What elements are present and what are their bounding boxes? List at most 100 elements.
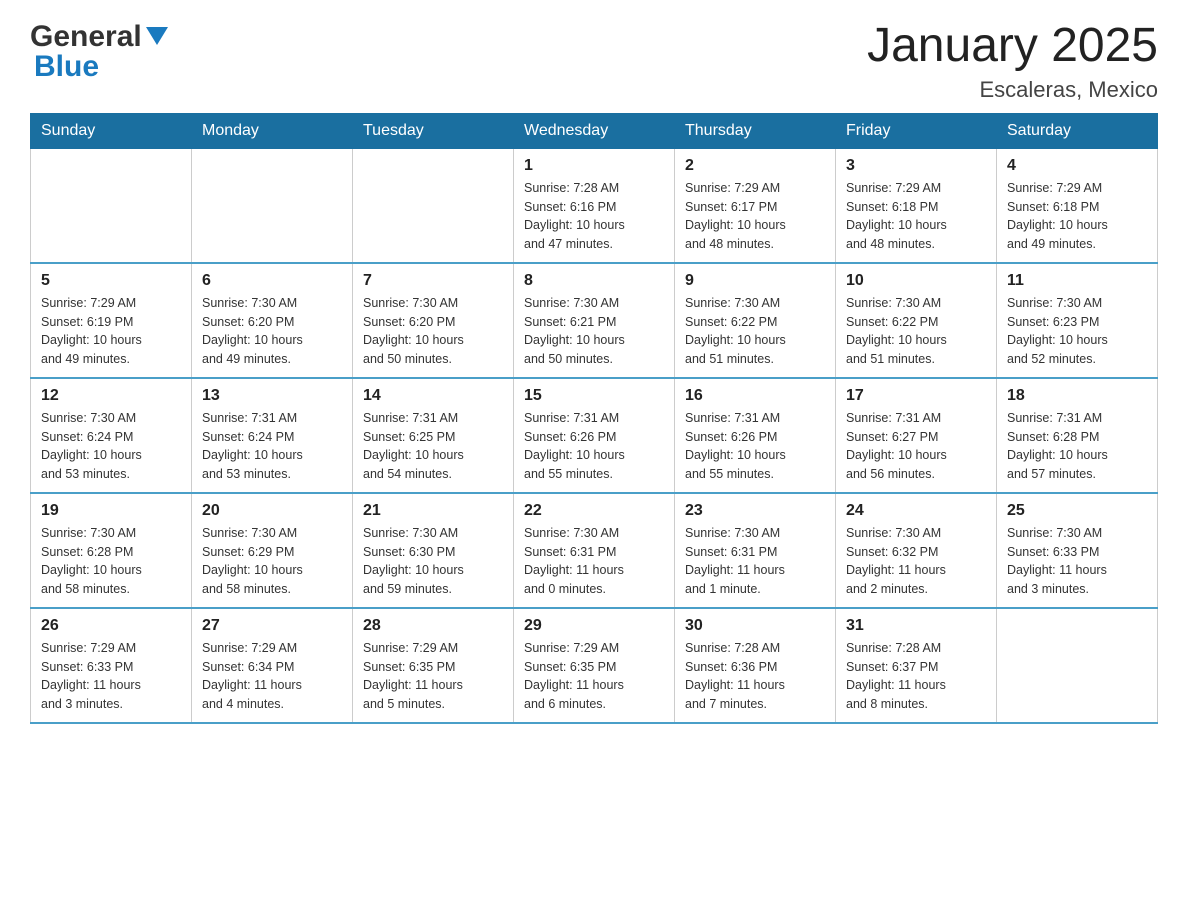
logo-general-text: General [30,20,142,54]
calendar-cell: 31Sunrise: 7:28 AM Sunset: 6:37 PM Dayli… [836,608,997,723]
calendar-cell: 28 Sunrise: 7:29 AM Sunset: 6:35 PM Dayli… [353,608,514,723]
calendar-cell: 26 Sunrise: 7:29 AM Sunset: 6:33 PM Dayli… [31,608,192,723]
day-info: Sunrise: 7:30 AM Sunset: 6:20 PM Dayligh… [202,294,342,369]
day-info: Sunrise: 7:31 AM Sunset: 6:27 PM Dayligh… [846,409,986,484]
day-number: 27 [202,617,342,635]
day-number: 28 [363,617,503,635]
day-info: Sunrise: 7:29 AM Sunset: 6:17 PM Dayligh… [685,179,825,254]
header-friday: Friday [836,113,997,148]
calendar-cell: 20 Sunrise: 7:30 AM Sunset: 6:29 PM Dayli… [192,493,353,608]
day-number: 17 [846,387,986,405]
day-info: Sunrise: 7:31 AM Sunset: 6:28 PM Dayligh… [1007,409,1147,484]
calendar-cell: 3 Sunrise: 7:29 AM Sunset: 6:18 PM Daylig… [836,148,997,263]
calendar-cell: 23Sunrise: 7:30 AM Sunset: 6:31 PM Dayli… [675,493,836,608]
calendar-week-row: 5Sunrise: 7:29 AM Sunset: 6:19 PM Daylig… [31,263,1158,378]
day-info: Sunrise: 7:30 AM Sunset: 6:32 PM Dayligh… [846,524,986,599]
day-number: 29 [524,617,664,635]
calendar-cell [192,148,353,263]
day-number: 12 [41,387,181,405]
calendar-week-row: 26 Sunrise: 7:29 AM Sunset: 6:33 PM Dayli… [31,608,1158,723]
header-thursday: Thursday [675,113,836,148]
header-sunday: Sunday [31,113,192,148]
calendar-table: Sunday Monday Tuesday Wednesday Thursday… [30,113,1158,724]
day-info: Sunrise: 7:29 AM Sunset: 6:35 PM Dayligh… [363,639,503,714]
day-info: Sunrise: 7:30 AM Sunset: 6:28 PM Dayligh… [41,524,181,599]
day-number: 13 [202,387,342,405]
calendar-cell: 18 Sunrise: 7:31 AM Sunset: 6:28 PM Dayli… [997,378,1158,493]
day-number: 9 [685,272,825,290]
calendar-title: January 2025 [867,20,1158,73]
day-info: Sunrise: 7:29 AM Sunset: 6:18 PM Dayligh… [846,179,986,254]
day-info: Sunrise: 7:28 AM Sunset: 6:16 PM Dayligh… [524,179,664,254]
calendar-header-row: Sunday Monday Tuesday Wednesday Thursday… [31,113,1158,148]
day-number: 20 [202,502,342,520]
calendar-cell: 5Sunrise: 7:29 AM Sunset: 6:19 PM Daylig… [31,263,192,378]
day-number: 26 [41,617,181,635]
day-number: 21 [363,502,503,520]
logo-blue-text: Blue [34,50,99,84]
day-info: Sunrise: 7:30 AM Sunset: 6:33 PM Dayligh… [1007,524,1147,599]
day-number: 2 [685,157,825,175]
calendar-week-row: 19 Sunrise: 7:30 AM Sunset: 6:28 PM Dayli… [31,493,1158,608]
day-number: 16 [685,387,825,405]
day-number: 25 [1007,502,1147,520]
day-number: 19 [41,502,181,520]
day-number: 18 [1007,387,1147,405]
header-saturday: Saturday [997,113,1158,148]
page-header: General Blue January 2025 Escaleras, Mex… [30,20,1158,103]
calendar-cell: 14Sunrise: 7:31 AM Sunset: 6:25 PM Dayli… [353,378,514,493]
day-number: 30 [685,617,825,635]
day-number: 1 [524,157,664,175]
calendar-cell: 10 Sunrise: 7:30 AM Sunset: 6:22 PM Dayli… [836,263,997,378]
calendar-cell: 21 Sunrise: 7:30 AM Sunset: 6:30 PM Dayli… [353,493,514,608]
calendar-cell: 30 Sunrise: 7:28 AM Sunset: 6:36 PM Dayli… [675,608,836,723]
day-info: Sunrise: 7:29 AM Sunset: 6:18 PM Dayligh… [1007,179,1147,254]
calendar-cell: 1 Sunrise: 7:28 AM Sunset: 6:16 PM Daylig… [514,148,675,263]
calendar-cell: 29 Sunrise: 7:29 AM Sunset: 6:35 PM Dayli… [514,608,675,723]
day-number: 31 [846,617,986,635]
day-number: 15 [524,387,664,405]
day-number: 7 [363,272,503,290]
day-info: Sunrise: 7:30 AM Sunset: 6:22 PM Dayligh… [685,294,825,369]
calendar-cell: 13Sunrise: 7:31 AM Sunset: 6:24 PM Dayli… [192,378,353,493]
calendar-cell: 8 Sunrise: 7:30 AM Sunset: 6:21 PM Daylig… [514,263,675,378]
calendar-cell: 25 Sunrise: 7:30 AM Sunset: 6:33 PM Dayli… [997,493,1158,608]
calendar-cell: 19 Sunrise: 7:30 AM Sunset: 6:28 PM Dayli… [31,493,192,608]
day-info: Sunrise: 7:30 AM Sunset: 6:30 PM Dayligh… [363,524,503,599]
day-info: Sunrise: 7:28 AM Sunset: 6:36 PM Dayligh… [685,639,825,714]
day-info: Sunrise: 7:29 AM Sunset: 6:33 PM Dayligh… [41,639,181,714]
calendar-cell: 27Sunrise: 7:29 AM Sunset: 6:34 PM Dayli… [192,608,353,723]
day-number: 14 [363,387,503,405]
day-number: 8 [524,272,664,290]
calendar-cell: 4 Sunrise: 7:29 AM Sunset: 6:18 PM Daylig… [997,148,1158,263]
title-section: January 2025 Escaleras, Mexico [867,20,1158,103]
calendar-cell: 22 Sunrise: 7:30 AM Sunset: 6:31 PM Dayli… [514,493,675,608]
day-info: Sunrise: 7:29 AM Sunset: 6:35 PM Dayligh… [524,639,664,714]
day-number: 4 [1007,157,1147,175]
day-info: Sunrise: 7:30 AM Sunset: 6:21 PM Dayligh… [524,294,664,369]
logo: General Blue [30,20,168,84]
day-number: 22 [524,502,664,520]
day-number: 10 [846,272,986,290]
calendar-week-row: 1 Sunrise: 7:28 AM Sunset: 6:16 PM Daylig… [31,148,1158,263]
calendar-cell: 6Sunrise: 7:30 AM Sunset: 6:20 PM Daylig… [192,263,353,378]
header-tuesday: Tuesday [353,113,514,148]
calendar-week-row: 12Sunrise: 7:30 AM Sunset: 6:24 PM Dayli… [31,378,1158,493]
header-monday: Monday [192,113,353,148]
calendar-cell: 24Sunrise: 7:30 AM Sunset: 6:32 PM Dayli… [836,493,997,608]
logo-triangle-icon [146,27,168,49]
day-number: 23 [685,502,825,520]
day-info: Sunrise: 7:30 AM Sunset: 6:22 PM Dayligh… [846,294,986,369]
calendar-cell [353,148,514,263]
day-info: Sunrise: 7:30 AM Sunset: 6:29 PM Dayligh… [202,524,342,599]
calendar-cell [997,608,1158,723]
day-number: 11 [1007,272,1147,290]
calendar-cell: 11Sunrise: 7:30 AM Sunset: 6:23 PM Dayli… [997,263,1158,378]
day-info: Sunrise: 7:31 AM Sunset: 6:26 PM Dayligh… [524,409,664,484]
day-info: Sunrise: 7:30 AM Sunset: 6:20 PM Dayligh… [363,294,503,369]
calendar-cell: 17 Sunrise: 7:31 AM Sunset: 6:27 PM Dayli… [836,378,997,493]
day-info: Sunrise: 7:30 AM Sunset: 6:31 PM Dayligh… [524,524,664,599]
day-number: 3 [846,157,986,175]
calendar-cell: 16Sunrise: 7:31 AM Sunset: 6:26 PM Dayli… [675,378,836,493]
calendar-cell [31,148,192,263]
